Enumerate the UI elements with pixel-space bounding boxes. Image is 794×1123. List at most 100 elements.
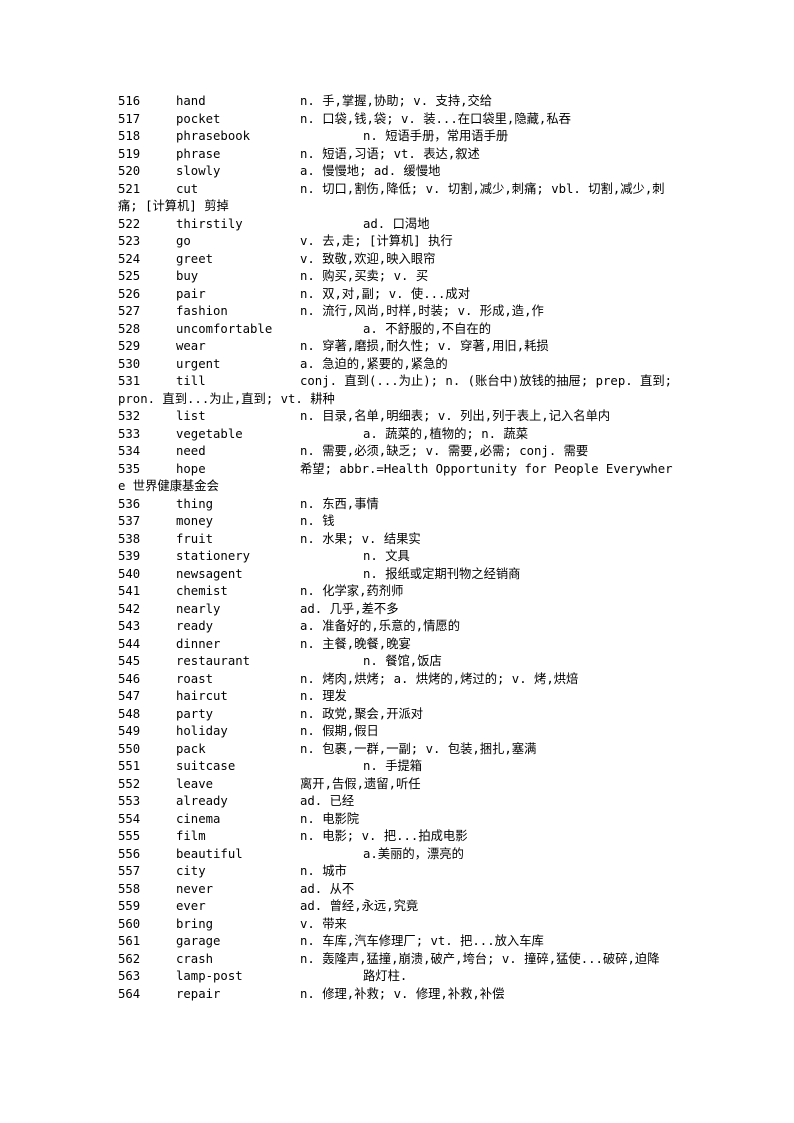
entry-definition: n. 理发 xyxy=(300,689,347,703)
vocabulary-list: 516 hand n. 手,掌握,协助; v. 支持,交给 517 pocket n. 口… xyxy=(118,93,674,1003)
entry-number: 535 xyxy=(118,461,141,476)
entry-definition: a.美丽的，漂亮的 xyxy=(363,846,464,861)
entry-word: crash xyxy=(176,951,214,966)
vocabulary-entry: 517 pocket n. 口袋,钱,袋; v. 装...在口袋里,隐藏,私吞 xyxy=(118,111,674,129)
entry-word: till xyxy=(176,374,206,388)
entry-word: need xyxy=(176,444,206,458)
entry-definition: ad. 从不 xyxy=(300,881,355,896)
vocabulary-entry: 540 newsagent n. 报纸或定期刊物之经销商 xyxy=(118,566,674,584)
entry-word: money xyxy=(176,514,214,528)
entry-word: city xyxy=(176,864,206,878)
entry-word: urgent xyxy=(176,356,221,371)
vocabulary-entry: 564 repair n. 修理,补救; v. 修理,补救,补偿 xyxy=(118,986,674,1004)
entry-definition: ad. 几乎,差不多 xyxy=(300,601,399,616)
entry-word: holiday xyxy=(176,724,228,738)
entry-number: 529 xyxy=(118,339,141,353)
entry-word: cinema xyxy=(176,811,221,826)
entry-definition: n. 购买,买卖; v. 买 xyxy=(300,269,429,283)
entry-number: 522 xyxy=(118,216,141,231)
entry-definition: ad. 口渴地 xyxy=(363,216,430,231)
entry-definition: n. 车库,汽车修理厂; vt. 把...放入车库 xyxy=(300,934,544,948)
entry-word: ever xyxy=(176,899,206,913)
vocabulary-entry: 545 restaurant n. 餐馆,饭店 xyxy=(118,653,674,671)
entry-word: chemist xyxy=(176,584,228,598)
entry-word: film xyxy=(176,829,206,843)
entry-definition: n. 主餐,晚餐,晚宴 xyxy=(300,636,411,651)
entry-definition: n. 水果; v. 结果实 xyxy=(300,531,421,546)
vocabulary-entry: 556 beautiful a.美丽的，漂亮的 xyxy=(118,846,674,864)
entry-definition: n. 城市 xyxy=(300,864,347,878)
entry-number: 554 xyxy=(118,811,141,826)
vocabulary-entry: 541 chemist n. 化学家,药剂师 xyxy=(118,583,674,601)
vocabulary-entry: 550 pack n. 包裹,一群,一副; v. 包装,捆扎,塞满 xyxy=(118,741,674,759)
vocabulary-entry: 563 lamp-post 路灯柱. xyxy=(118,968,674,986)
entry-word: go xyxy=(176,234,191,248)
entry-definition: n. 政党,聚会,开派对 xyxy=(300,706,424,721)
entry-number: 562 xyxy=(118,951,141,966)
vocabulary-entry: 524 greet v. 致敬,欢迎,映入眼帘 xyxy=(118,251,674,269)
entry-definition: n. 钱 xyxy=(300,514,335,528)
entry-word: wear xyxy=(176,339,206,353)
entry-number: 540 xyxy=(118,566,141,581)
vocabulary-entry: 553 already ad. 已经 xyxy=(118,793,674,811)
entry-number: 521 xyxy=(118,181,141,196)
entry-word: restaurant xyxy=(176,654,251,668)
entry-definition: n. 修理,补救; v. 修理,补救,补偿 xyxy=(300,986,505,1001)
entry-number: 531 xyxy=(118,374,141,388)
entry-number: 532 xyxy=(118,409,141,423)
entry-number: 518 xyxy=(118,129,141,143)
entry-word: bring xyxy=(176,916,214,931)
entry-definition: n. 电影院 xyxy=(300,811,360,826)
entry-word: repair xyxy=(176,986,221,1001)
vocabulary-entry: 561 garage n. 车库,汽车修理厂; vt. 把...放入车库 xyxy=(118,933,674,951)
entry-word: buy xyxy=(176,269,199,283)
entry-word: greet xyxy=(176,251,214,266)
entry-number: 552 xyxy=(118,776,141,791)
entry-number: 537 xyxy=(118,514,141,528)
vocabulary-entry: 558 never ad. 从不 xyxy=(118,881,674,899)
entry-word: suitcase xyxy=(176,759,236,773)
entry-definition: ad. 已经 xyxy=(300,794,355,808)
vocabulary-entry: 551 suitcase n. 手提箱 xyxy=(118,758,674,776)
entry-definition: a. 蔬菜的,植物的; n. 蔬菜 xyxy=(363,426,529,441)
vocabulary-entry: 552 leave 离开,告假,遗留,听任 xyxy=(118,776,674,794)
entry-definition: n. 双,对,副; v. 使...成对 xyxy=(300,286,471,301)
vocabulary-entry: 543 ready a. 准备好的,乐意的,情愿的 xyxy=(118,618,674,636)
entry-number: 550 xyxy=(118,741,141,756)
entry-word: slowly xyxy=(176,164,221,178)
vocabulary-entry: 523 go v. 去,走; [计算机] 执行 xyxy=(118,233,674,251)
entry-definition: v. 带来 xyxy=(300,916,347,931)
vocabulary-entry: 546 roast n. 烤肉,烘烤; a. 烘烤的,烤过的; v. 烤,烘焙 xyxy=(118,671,674,689)
entry-word: hand xyxy=(176,94,206,108)
entry-number: 546 xyxy=(118,671,141,686)
entry-word: pair xyxy=(176,286,206,301)
entry-word: phrase xyxy=(176,146,221,161)
entry-word: haircut xyxy=(176,689,228,703)
vocabulary-entry: 528 uncomfortable a. 不舒服的,不自在的 xyxy=(118,321,674,339)
entry-number: 553 xyxy=(118,794,141,808)
vocabulary-entry: 531 till conj. 直到(...为止); n. (账台中)放钱的抽屉; p… xyxy=(118,373,674,408)
entry-definition: 路灯柱. xyxy=(363,969,408,983)
entry-word: vegetable xyxy=(176,426,243,441)
entry-number: 563 xyxy=(118,969,141,983)
entry-word: dinner xyxy=(176,636,221,651)
vocabulary-entry: 555 film n. 电影; v. 把...拍成电影 xyxy=(118,828,674,846)
entry-number: 560 xyxy=(118,916,141,931)
entry-definition: n. 短语,习语; vt. 表达,叙述 xyxy=(300,146,480,161)
entry-definition: n. 手,掌握,协助; v. 支持,交给 xyxy=(300,94,493,108)
entry-definition: n. 烤肉,烘烤; a. 烘烤的,烤过的; v. 烤,烘焙 xyxy=(300,671,579,686)
entry-definition: n. 餐馆,饭店 xyxy=(363,654,442,668)
vocabulary-entry: 562 crash n. 轰隆声,猛撞,崩溃,破产,垮台; v. 撞碎,猛使...破… xyxy=(118,951,674,969)
entry-number: 564 xyxy=(118,986,141,1001)
entry-number: 541 xyxy=(118,584,141,598)
entry-word: nearly xyxy=(176,601,221,616)
entry-word: party xyxy=(176,706,214,721)
entry-number: 524 xyxy=(118,251,141,266)
entry-number: 536 xyxy=(118,496,141,511)
entry-definition: n. 手提箱 xyxy=(363,759,423,773)
vocabulary-entry: 542 nearly ad. 几乎,差不多 xyxy=(118,601,674,619)
entry-definition: n. 穿著,磨损,耐久性; v. 穿著,用旧,耗损 xyxy=(300,339,549,353)
entry-word: stationery xyxy=(176,549,251,563)
entry-number: 557 xyxy=(118,864,141,878)
entry-number: 520 xyxy=(118,164,141,178)
